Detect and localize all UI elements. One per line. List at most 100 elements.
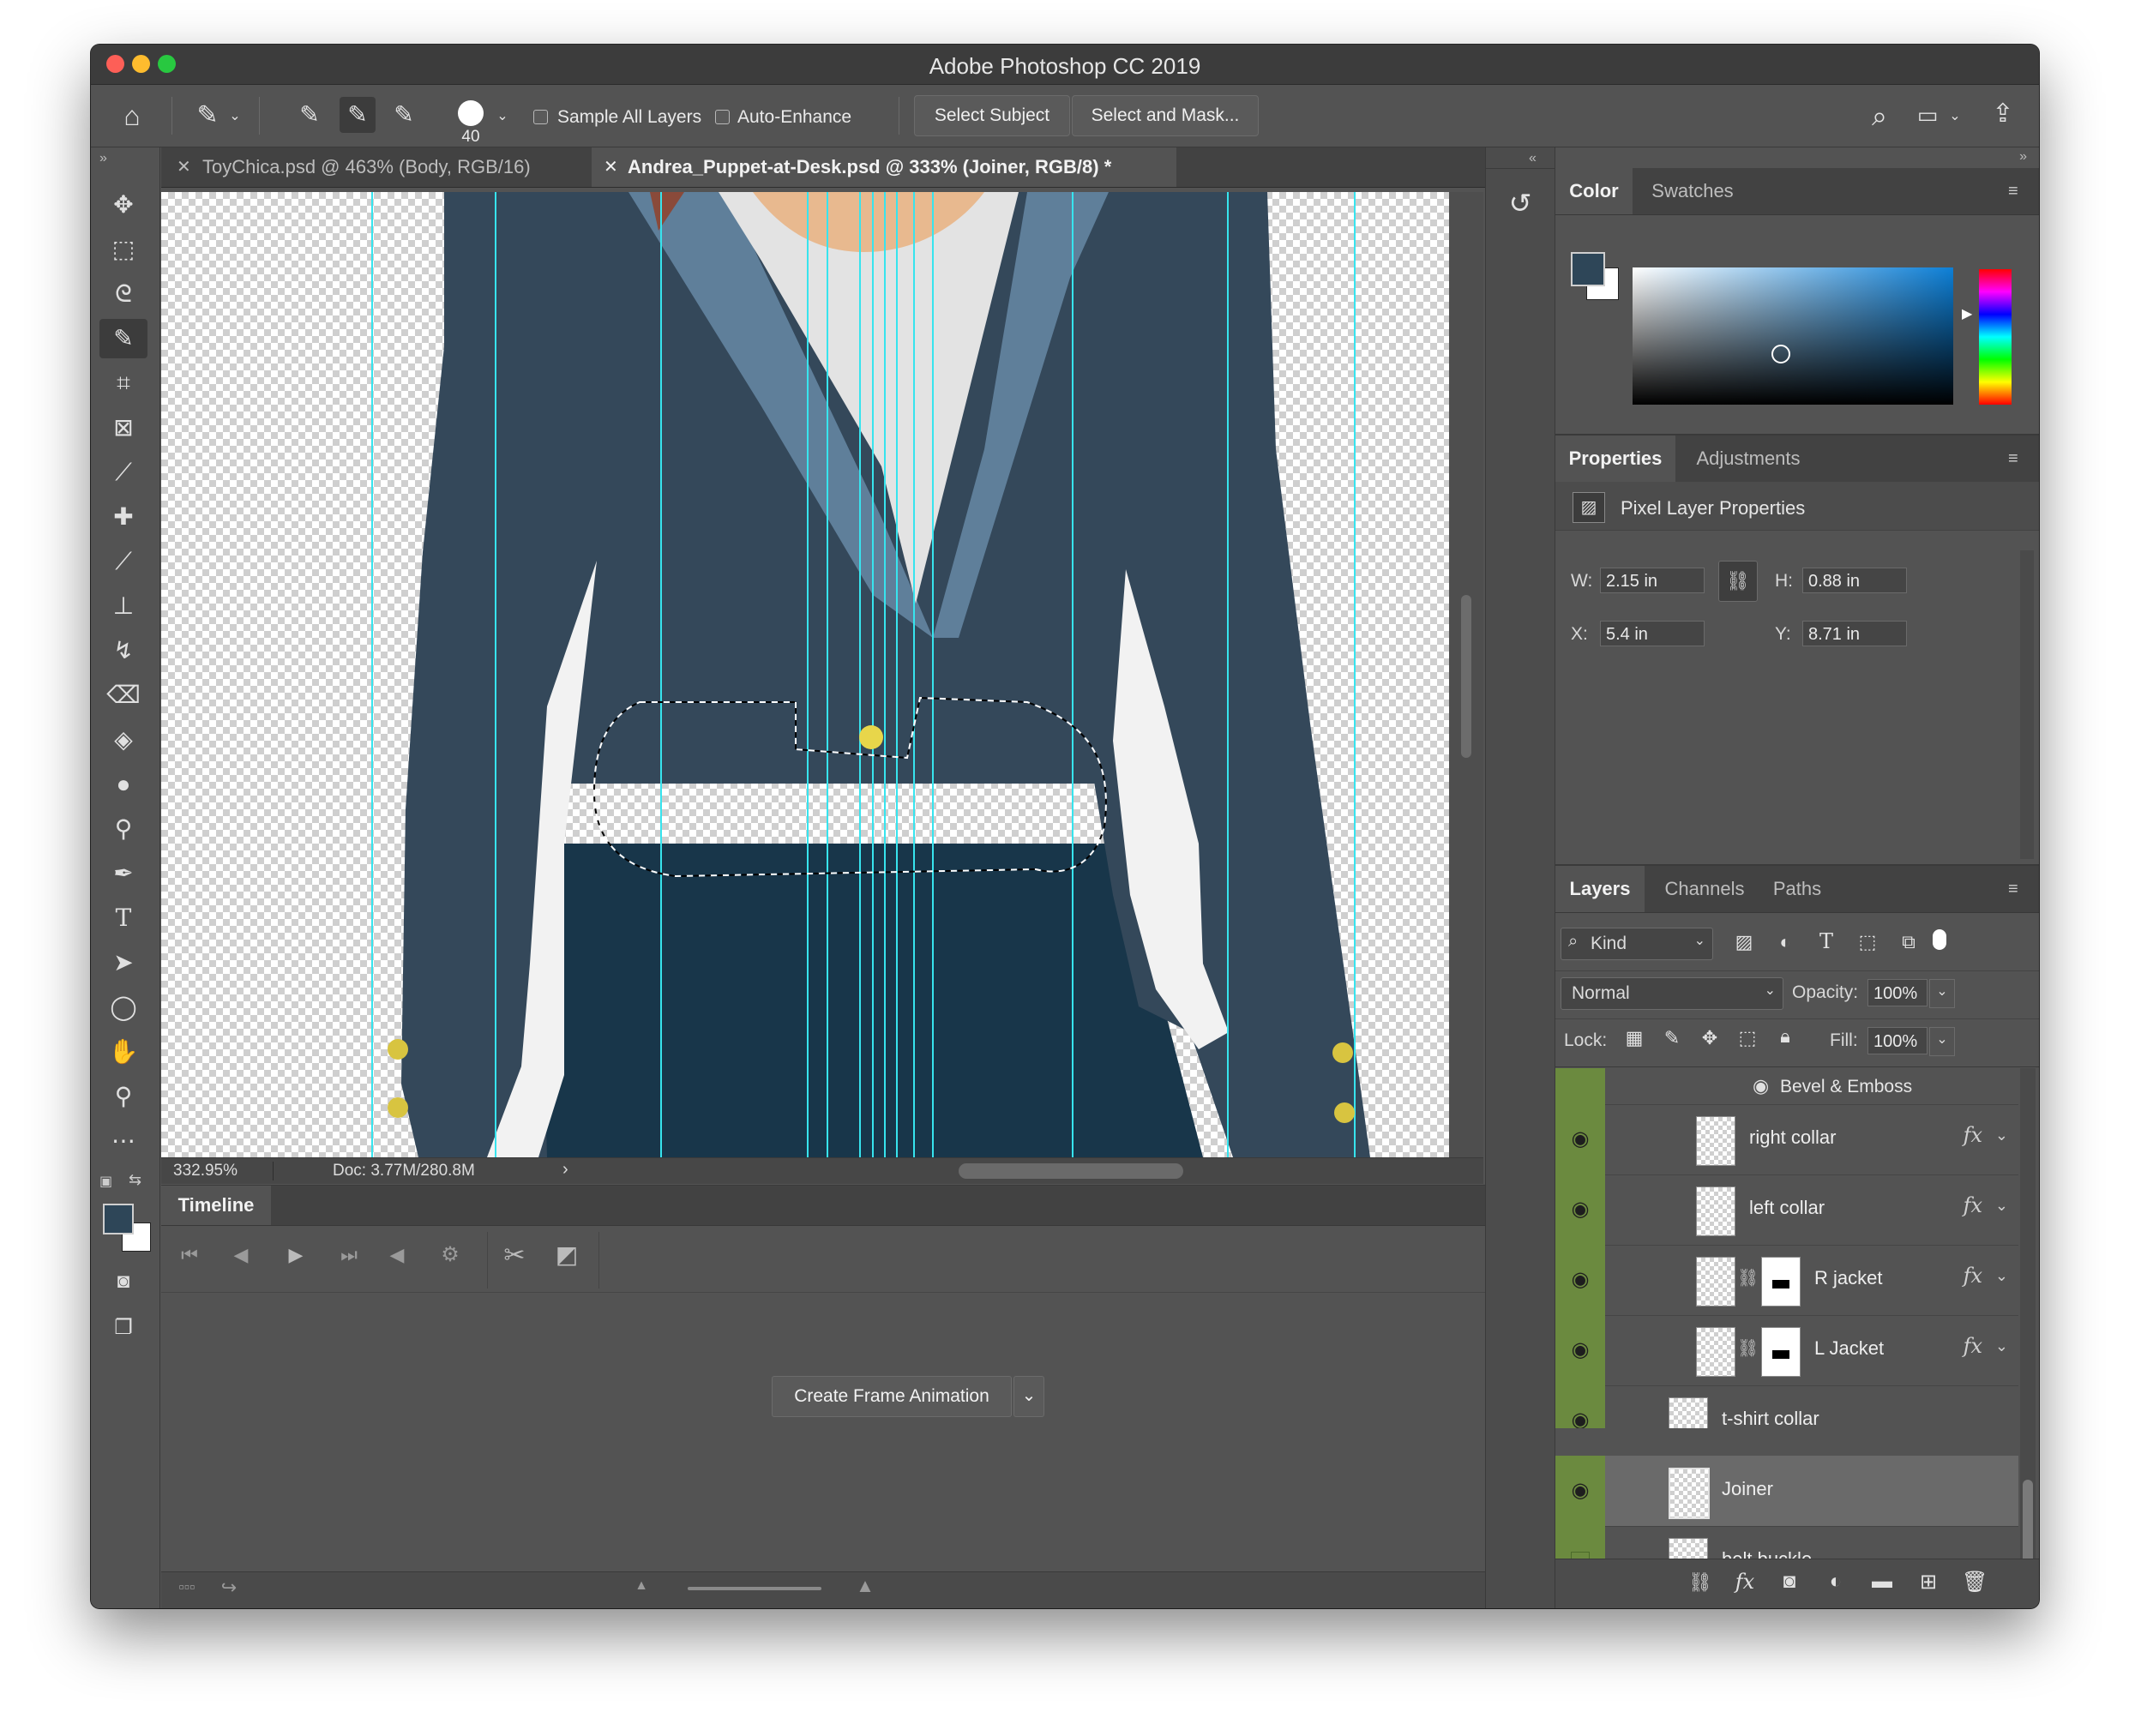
add-mask-icon[interactable]: ◙ [1777, 1570, 1802, 1594]
collapse-toolbar-icon[interactable]: » [99, 151, 107, 166]
animation-type-dropdown-icon[interactable]: ⌄ [1013, 1376, 1044, 1417]
expand-effects-icon[interactable]: ⌄ [1995, 1337, 2008, 1355]
tab-channels[interactable]: Channels [1653, 866, 1756, 912]
default-colors-icon[interactable]: ▣ [99, 1173, 112, 1190]
history-panel-icon[interactable]: ↺ [1503, 187, 1537, 219]
add-to-selection-icon[interactable]: ✎ [340, 97, 376, 133]
screen-mode-icon[interactable]: ❐ [99, 1308, 147, 1348]
new-group-icon[interactable]: ▬ [1869, 1570, 1895, 1594]
workspace-icon[interactable]: ▭ [1910, 102, 1945, 129]
y-input[interactable]: 8.71 in [1802, 621, 1907, 646]
eraser-tool-icon[interactable]: ⌫ [99, 676, 147, 715]
layer-row-l-jacket[interactable]: ◉ ⛓ L Jacket fx ⌄ [1555, 1315, 2018, 1386]
next-frame-icon[interactable]: ⏭ [336, 1244, 362, 1266]
sample-all-layers-checkbox[interactable] [533, 110, 548, 124]
healing-brush-tool-icon[interactable]: ✚ [99, 497, 147, 537]
zoom-level[interactable]: 332.95% [173, 1162, 238, 1180]
eye-icon[interactable]: ◉ [1753, 1075, 1769, 1097]
fill-slider-chevron-icon[interactable]: ⌄ [1929, 1027, 1955, 1056]
more-tools-icon[interactable]: ⋯ [99, 1121, 147, 1161]
filter-type-icon[interactable]: T [1814, 929, 1838, 953]
hue-slider-arrow-icon[interactable]: ▶ [1962, 305, 1972, 322]
chevron-down-icon[interactable]: ⌄ [226, 107, 244, 124]
panel-menu-icon[interactable]: ≡ [2008, 449, 2027, 469]
opacity-input[interactable]: 100% [1867, 979, 1928, 1006]
eye-icon[interactable]: ◉ [1567, 1197, 1593, 1222]
settings-gear-icon[interactable]: ⚙ [437, 1242, 463, 1267]
new-selection-icon[interactable]: ✎ [293, 100, 326, 129]
new-layer-icon[interactable]: ⊞ [1915, 1570, 1941, 1595]
lock-image-pixels-icon[interactable]: ✎ [1660, 1027, 1684, 1049]
previous-frame-icon[interactable]: ◀ [228, 1244, 254, 1266]
zoom-tool-icon[interactable]: ⚲ [99, 1077, 147, 1116]
color-picker-field[interactable] [1633, 267, 1953, 405]
filter-toggle-icon[interactable] [1933, 929, 1946, 950]
adjustment-layer-icon[interactable]: ◐ [1823, 1570, 1849, 1594]
expand-effects-icon[interactable]: ⌄ [1995, 1267, 2008, 1285]
expand-effects-icon[interactable]: ⌄ [1995, 1126, 2008, 1144]
filter-adjustment-icon[interactable]: ◐ [1773, 931, 1797, 953]
mask-link-icon[interactable]: ⛓ [1737, 1337, 1759, 1359]
fill-input[interactable]: 100% [1867, 1027, 1928, 1054]
properties-scrollbar[interactable] [2020, 550, 2034, 859]
first-frame-icon[interactable]: ⏮ [177, 1244, 202, 1266]
document-canvas[interactable] [161, 192, 1449, 1157]
tab-layers[interactable]: Layers [1555, 866, 1645, 912]
audio-icon[interactable]: ◀ [384, 1244, 410, 1266]
trash-icon[interactable]: 🗑︎ [1962, 1570, 1988, 1595]
eye-icon[interactable]: ◉ [1567, 1337, 1593, 1363]
layer-mask-thumbnail[interactable] [1761, 1327, 1801, 1377]
swap-colors-icon[interactable]: ⇆ [129, 1171, 141, 1189]
workspace-chevron-icon[interactable]: ⌄ [1946, 107, 1964, 124]
scissors-icon[interactable]: ✂ [497, 1240, 532, 1270]
link-dimensions-icon[interactable]: ⛓ [1718, 561, 1758, 602]
effect-row[interactable]: ◉ Bevel & Emboss [1555, 1068, 2018, 1105]
tab-swatches[interactable]: Swatches [1641, 168, 1744, 214]
hand-tool-icon[interactable]: ✋ [99, 1032, 147, 1072]
select-subject-button[interactable]: Select Subject [914, 95, 1070, 136]
frame-tool-icon[interactable]: ⊠ [99, 408, 147, 448]
tab-andrea-puppet[interactable]: ✕ Andrea_Puppet-at-Desk.psd @ 333% (Join… [592, 147, 1176, 187]
lock-transparent-pixels-icon[interactable]: ▦ [1622, 1027, 1646, 1049]
collapse-panels-icon[interactable]: « [1529, 151, 1537, 166]
search-icon[interactable]: ⌕ [1862, 100, 1897, 133]
auto-enhance-checkbox[interactable] [715, 110, 730, 124]
lock-artboard-icon[interactable]: ⬚ [1735, 1027, 1759, 1049]
play-icon[interactable]: ▶ [283, 1244, 309, 1266]
layer-row-left-collar[interactable]: ◉ left collar fx ⌄ [1555, 1174, 2018, 1246]
layer-row-right-collar[interactable]: ◉ right collar fx ⌄ [1555, 1104, 2018, 1175]
pen-tool-icon[interactable]: ✒ [99, 854, 147, 893]
link-layers-icon[interactable]: ⛓ [1687, 1571, 1713, 1594]
x-input[interactable]: 5.4 in [1600, 621, 1705, 646]
marquee-tool-icon[interactable]: ⬚ [99, 230, 147, 269]
subtract-from-selection-icon[interactable]: ✎ [388, 100, 420, 129]
tab-color[interactable]: Color [1555, 168, 1633, 214]
brush-tool-icon[interactable]: ⟋ [99, 542, 147, 581]
width-input[interactable]: 2.15 in [1600, 568, 1705, 593]
tab-paths[interactable]: Paths [1765, 866, 1830, 912]
mask-link-icon[interactable]: ⛓ [1737, 1267, 1759, 1288]
eye-icon[interactable]: ◉ [1567, 1408, 1593, 1428]
render-video-icon[interactable]: ↪ [216, 1577, 242, 1599]
tab-toychica[interactable]: ✕ ToyChica.psd @ 463% (Body, RGB/16) [161, 147, 581, 187]
transition-icon[interactable]: ◩ [552, 1240, 581, 1269]
crop-tool-icon[interactable]: ⌗ [99, 363, 147, 403]
home-icon[interactable]: ⌂ [115, 100, 149, 132]
foreground-swatch[interactable] [1571, 252, 1605, 286]
eyedropper-tool-icon[interactable]: ⟋ [99, 453, 147, 492]
layer-filter-dropdown[interactable]: ⌕ Kind ⌄ [1561, 928, 1713, 960]
height-input[interactable]: 0.88 in [1802, 568, 1907, 593]
zoom-out-mountain-icon[interactable]: ▲ [631, 1578, 652, 1594]
layer-row-joiner[interactable]: ◉ Joiner [1555, 1456, 2018, 1527]
clone-stamp-tool-icon[interactable]: ⊥ [99, 586, 147, 626]
quick-mask-icon[interactable]: ◙ [99, 1262, 147, 1301]
add-layer-style-icon[interactable]: fx [1730, 1570, 1759, 1594]
tab-adjustments[interactable]: Adjustments [1684, 436, 1813, 482]
brush-picker-chevron-icon[interactable]: ⌄ [494, 107, 511, 124]
close-tab-icon[interactable]: ✕ [177, 147, 191, 187]
eye-icon[interactable]: ◉ [1567, 1478, 1593, 1504]
filter-shape-icon[interactable]: ⬚ [1855, 931, 1879, 953]
filter-smart-object-icon[interactable]: ⧉ [1897, 931, 1921, 953]
panel-menu-icon[interactable]: ≡ [2008, 880, 2027, 899]
create-frame-animation-button[interactable]: Create Frame Animation [772, 1376, 1012, 1417]
